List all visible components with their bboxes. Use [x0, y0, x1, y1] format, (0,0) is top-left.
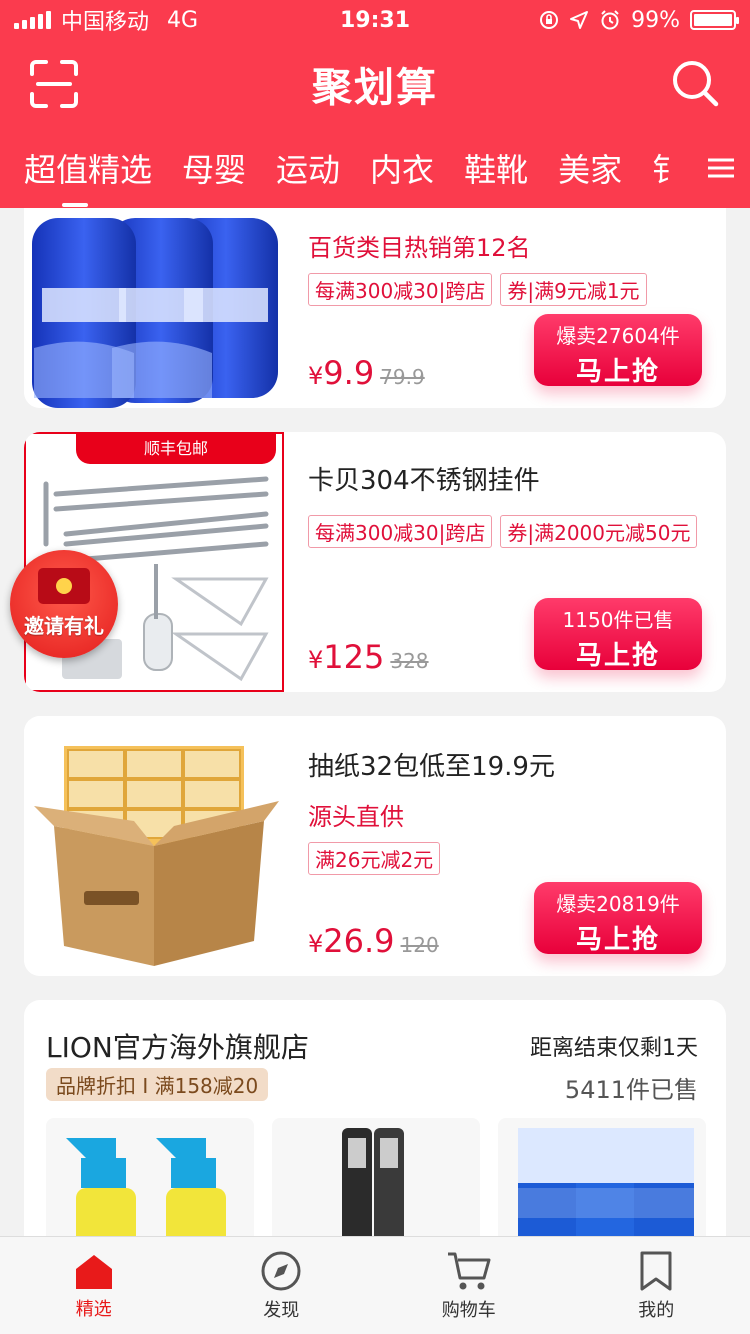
tab-featured[interactable]: 超值精选: [24, 145, 152, 207]
price-value: 26.9: [323, 922, 395, 960]
original-price: 120: [400, 933, 439, 957]
promo-tag: 满26元减2元: [308, 842, 441, 875]
promo-tag: 每满300减30|跨店: [308, 515, 493, 548]
price: ¥26.9 120: [308, 922, 439, 960]
scan-icon[interactable]: [28, 58, 80, 110]
price: ¥9.9 79.9: [308, 354, 425, 392]
product-title: 抽纸32包低至19.9元: [308, 752, 555, 782]
tissue-box-image: [34, 746, 279, 966]
product-card[interactable]: 顺丰包邮 卡贝304不锈钢挂件 每满300减30|跨店 券|满2000元减50元…: [24, 432, 726, 692]
buy-now-label: 马上抢: [575, 641, 660, 671]
signal-icon: [14, 11, 51, 29]
countdown-label: 距离结束仅剩1天: [530, 1036, 698, 1061]
product-subtitle: 源头直供: [308, 803, 404, 831]
product-info: 抽纸32包低至19.9元 源头直供 满26元减2元: [308, 746, 706, 875]
currency-symbol: ¥: [308, 646, 324, 674]
detergent-bottles-image: [32, 218, 278, 408]
buy-now-label: 马上抢: [575, 357, 660, 387]
tab-baby[interactable]: 母婴: [182, 145, 246, 191]
shop-discount-tag: 品牌折扣 I 满158减20: [46, 1068, 269, 1101]
buy-now-button[interactable]: 爆卖27604件 马上抢: [534, 314, 702, 387]
product-card[interactable]: 百货类目热销第12名 每满300减30|跨店 券|满9元减1元 ¥9.9 79.9…: [24, 208, 726, 408]
buy-now-button[interactable]: 1150件已售 马上抢: [534, 598, 702, 671]
currency-symbol: ¥: [308, 362, 324, 390]
price: ¥125 328: [308, 638, 429, 676]
battery-percent: 99%: [631, 7, 680, 33]
sold-count: 1150件已售: [562, 608, 674, 632]
carrier-label: 中国移动: [61, 10, 150, 35]
network-label: 4G: [167, 7, 199, 33]
original-price: 328: [390, 649, 429, 673]
bookmark-icon: [640, 1251, 672, 1290]
status-bar: 中国移动 4G 19:31 99%: [0, 0, 750, 40]
product-image[interactable]: [24, 716, 284, 976]
tab-bar-label: 我的: [638, 1299, 675, 1321]
alarm-icon: [601, 10, 619, 30]
sold-count: 爆卖27604件: [556, 324, 680, 348]
header: 中国移动 4G 19:31 99% 聚划算 超值精选 母婴 运动 内衣 鞋靴 美…: [0, 0, 750, 208]
compass-icon: [261, 1251, 301, 1290]
coupon-tag: 券|满2000元减50元: [500, 515, 698, 548]
tab-bar-cart[interactable]: 购物车: [375, 1237, 563, 1334]
invite-reward-button[interactable]: 邀请有礼: [10, 550, 118, 658]
page-title: 聚划算: [312, 65, 438, 111]
price-value: 125: [323, 638, 385, 676]
menu-icon: [708, 158, 734, 178]
price-value: 9.9: [323, 354, 375, 392]
promo-tag: 每满300减30|跨店: [308, 273, 493, 306]
product-info: 百货类目热销第12名 每满300减30|跨店 券|满9元减1元: [308, 228, 706, 306]
buy-now-label: 马上抢: [575, 925, 660, 955]
more-categories-button[interactable]: [692, 128, 750, 208]
tab-partial[interactable]: 钅: [652, 145, 684, 191]
battery-icon: [690, 10, 739, 30]
shop-sold-count: 5411件已售: [564, 1076, 698, 1104]
free-shipping-ribbon: 顺丰包邮: [76, 434, 276, 464]
tab-bar-me[interactable]: 我的: [563, 1237, 750, 1334]
invite-label: 邀请有礼: [24, 614, 104, 638]
tab-shoes[interactable]: 鞋靴: [464, 145, 528, 191]
search-icon[interactable]: [670, 58, 720, 108]
cart-icon: [447, 1252, 491, 1289]
product-info: 卡贝304不锈钢挂件 每满300减30|跨店 券|满2000元减50元: [308, 460, 706, 548]
location-icon: [570, 11, 589, 29]
product-title: 卡贝304不锈钢挂件: [308, 466, 540, 496]
sold-count: 爆卖20819件: [556, 892, 680, 916]
coupon-tag: 券|满9元减1元: [500, 273, 647, 306]
orientation-lock-icon: [540, 11, 559, 29]
buy-now-button[interactable]: 爆卖20819件 马上抢: [534, 882, 702, 955]
bottom-tab-bar: 精选 发现 购物车 我的: [0, 1236, 750, 1334]
category-tabs: 超值精选 母婴 运动 内衣 鞋靴 美家 钅: [0, 128, 750, 208]
tab-sports[interactable]: 运动: [276, 145, 340, 191]
tab-bar-label: 精选: [75, 1298, 112, 1320]
product-rank: 百货类目热销第12名: [308, 234, 531, 262]
shop-name: LION官方海外旗舰店: [46, 1031, 309, 1064]
tab-home[interactable]: 美家: [558, 145, 622, 191]
tab-bar-label: 购物车: [441, 1299, 496, 1321]
tab-bar-discover[interactable]: 发现: [188, 1237, 376, 1334]
currency-symbol: ¥: [308, 930, 324, 958]
red-envelope-icon: [38, 568, 90, 604]
home-icon: [75, 1254, 112, 1289]
original-price: 79.9: [380, 365, 425, 389]
nav-bar: 聚划算: [0, 40, 750, 128]
product-image[interactable]: [24, 208, 284, 408]
product-card[interactable]: 抽纸32包低至19.9元 源头直供 满26元减2元 ¥26.9 120 爆卖208…: [24, 716, 726, 976]
tab-bar-label: 发现: [263, 1299, 300, 1321]
tab-underwear[interactable]: 内衣: [370, 145, 434, 191]
tab-bar-featured[interactable]: 精选: [0, 1237, 188, 1334]
